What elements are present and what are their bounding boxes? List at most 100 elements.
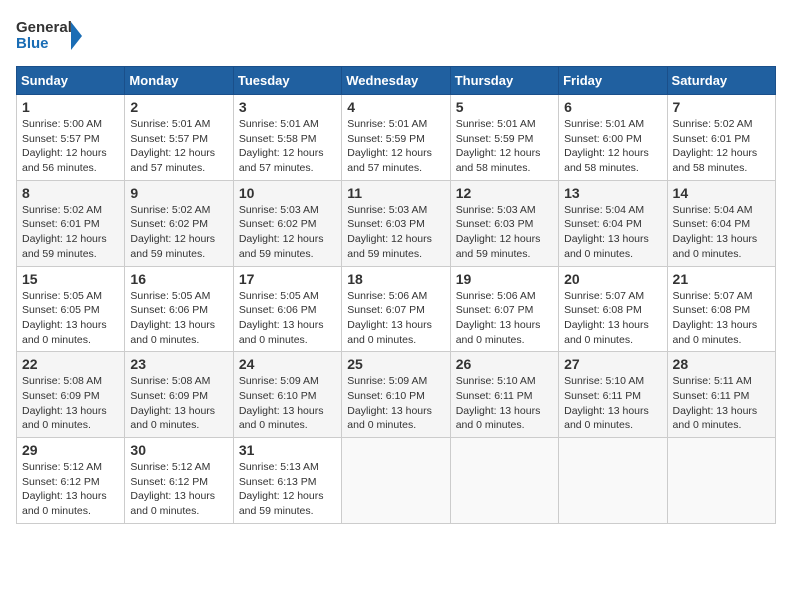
day-info: Sunrise: 5:04 AM Sunset: 6:04 PM Dayligh… <box>673 203 770 262</box>
day-number: 14 <box>673 185 770 201</box>
calendar-cell: 31 Sunrise: 5:13 AM Sunset: 6:13 PM Dayli… <box>233 438 341 524</box>
header-tuesday: Tuesday <box>233 67 341 95</box>
day-info: Sunrise: 5:04 AM Sunset: 6:04 PM Dayligh… <box>564 203 661 262</box>
day-info: Sunrise: 5:11 AM Sunset: 6:11 PM Dayligh… <box>673 374 770 433</box>
day-number: 26 <box>456 356 553 372</box>
day-info: Sunrise: 5:09 AM Sunset: 6:10 PM Dayligh… <box>347 374 444 433</box>
day-number: 16 <box>130 271 227 287</box>
day-number: 10 <box>239 185 336 201</box>
day-info: Sunrise: 5:03 AM Sunset: 6:03 PM Dayligh… <box>347 203 444 262</box>
day-number: 9 <box>130 185 227 201</box>
calendar-cell: 4 Sunrise: 5:01 AM Sunset: 5:59 PM Daylig… <box>342 95 450 181</box>
calendar-cell: 1Sunrise: 5:00 AM Sunset: 5:57 PM Daylig… <box>17 95 125 181</box>
day-number: 30 <box>130 442 227 458</box>
calendar-cell: 19 Sunrise: 5:06 AM Sunset: 6:07 PM Dayli… <box>450 266 558 352</box>
day-info: Sunrise: 5:10 AM Sunset: 6:11 PM Dayligh… <box>564 374 661 433</box>
header-wednesday: Wednesday <box>342 67 450 95</box>
calendar-cell: 22Sunrise: 5:08 AM Sunset: 6:09 PM Dayli… <box>17 352 125 438</box>
calendar-cell: 26 Sunrise: 5:10 AM Sunset: 6:11 PM Dayli… <box>450 352 558 438</box>
day-number: 6 <box>564 99 661 115</box>
day-info: Sunrise: 5:05 AM Sunset: 6:05 PM Dayligh… <box>22 289 119 348</box>
day-info: Sunrise: 5:07 AM Sunset: 6:08 PM Dayligh… <box>564 289 661 348</box>
calendar-cell: 8 Sunrise: 5:02 AM Sunset: 6:01 PM Daylig… <box>17 180 125 266</box>
calendar-cell: 20 Sunrise: 5:07 AM Sunset: 6:08 PM Dayli… <box>559 266 667 352</box>
day-info: Sunrise: 5:01 AM Sunset: 5:59 PM Dayligh… <box>456 117 553 176</box>
calendar-cell: 18 Sunrise: 5:06 AM Sunset: 6:07 PM Dayli… <box>342 266 450 352</box>
svg-text:Blue: Blue <box>16 35 49 52</box>
day-info: Sunrise: 5:10 AM Sunset: 6:11 PM Dayligh… <box>456 374 553 433</box>
day-number: 20 <box>564 271 661 287</box>
day-info: Sunrise: 5:13 AM Sunset: 6:13 PM Dayligh… <box>239 460 336 519</box>
day-number: 27 <box>564 356 661 372</box>
day-info: Sunrise: 5:01 AM Sunset: 5:57 PM Dayligh… <box>130 117 227 176</box>
day-number: 3 <box>239 99 336 115</box>
header-friday: Friday <box>559 67 667 95</box>
calendar-cell: 6 Sunrise: 5:01 AM Sunset: 6:00 PM Daylig… <box>559 95 667 181</box>
day-number: 21 <box>673 271 770 287</box>
day-info: Sunrise: 5:06 AM Sunset: 6:07 PM Dayligh… <box>456 289 553 348</box>
calendar-cell: 23 Sunrise: 5:08 AM Sunset: 6:09 PM Dayli… <box>125 352 233 438</box>
calendar-cell: 9Sunrise: 5:02 AM Sunset: 6:02 PM Daylig… <box>125 180 233 266</box>
day-number: 28 <box>673 356 770 372</box>
header-thursday: Thursday <box>450 67 558 95</box>
calendar-cell: 25 Sunrise: 5:09 AM Sunset: 6:10 PM Dayli… <box>342 352 450 438</box>
day-info: Sunrise: 5:06 AM Sunset: 6:07 PM Dayligh… <box>347 289 444 348</box>
day-number: 24 <box>239 356 336 372</box>
calendar-cell: 28 Sunrise: 5:11 AM Sunset: 6:11 PM Dayli… <box>667 352 775 438</box>
calendar-cell: 17Sunrise: 5:05 AM Sunset: 6:06 PM Dayli… <box>233 266 341 352</box>
day-info: Sunrise: 5:09 AM Sunset: 6:10 PM Dayligh… <box>239 374 336 433</box>
day-number: 17 <box>239 271 336 287</box>
day-info: Sunrise: 5:01 AM Sunset: 5:58 PM Dayligh… <box>239 117 336 176</box>
day-number: 11 <box>347 185 444 201</box>
calendar-week-5: 29 Sunrise: 5:12 AM Sunset: 6:12 PM Dayli… <box>17 438 776 524</box>
calendar-header-row: SundayMondayTuesdayWednesdayThursdayFrid… <box>17 67 776 95</box>
calendar-cell: 5 Sunrise: 5:01 AM Sunset: 5:59 PM Daylig… <box>450 95 558 181</box>
calendar-cell: 3 Sunrise: 5:01 AM Sunset: 5:58 PM Daylig… <box>233 95 341 181</box>
calendar-cell: 21 Sunrise: 5:07 AM Sunset: 6:08 PM Dayli… <box>667 266 775 352</box>
day-info: Sunrise: 5:03 AM Sunset: 6:03 PM Dayligh… <box>456 203 553 262</box>
day-number: 18 <box>347 271 444 287</box>
calendar-week-2: 8 Sunrise: 5:02 AM Sunset: 6:01 PM Daylig… <box>17 180 776 266</box>
day-number: 31 <box>239 442 336 458</box>
day-info: Sunrise: 5:00 AM Sunset: 5:57 PM Dayligh… <box>22 117 119 176</box>
calendar-cell: 14 Sunrise: 5:04 AM Sunset: 6:04 PM Dayli… <box>667 180 775 266</box>
calendar-cell: 7Sunrise: 5:02 AM Sunset: 6:01 PM Daylig… <box>667 95 775 181</box>
day-info: Sunrise: 5:03 AM Sunset: 6:02 PM Dayligh… <box>239 203 336 262</box>
day-info: Sunrise: 5:05 AM Sunset: 6:06 PM Dayligh… <box>130 289 227 348</box>
calendar-cell: 13 Sunrise: 5:04 AM Sunset: 6:04 PM Dayli… <box>559 180 667 266</box>
calendar-cell: 15 Sunrise: 5:05 AM Sunset: 6:05 PM Dayli… <box>17 266 125 352</box>
calendar-cell: 30 Sunrise: 5:12 AM Sunset: 6:12 PM Dayli… <box>125 438 233 524</box>
day-info: Sunrise: 5:07 AM Sunset: 6:08 PM Dayligh… <box>673 289 770 348</box>
day-info: Sunrise: 5:08 AM Sunset: 6:09 PM Dayligh… <box>130 374 227 433</box>
day-info: Sunrise: 5:02 AM Sunset: 6:01 PM Dayligh… <box>22 203 119 262</box>
day-number: 12 <box>456 185 553 201</box>
calendar-table: SundayMondayTuesdayWednesdayThursdayFrid… <box>16 66 776 524</box>
day-info: Sunrise: 5:01 AM Sunset: 5:59 PM Dayligh… <box>347 117 444 176</box>
logo-svg: GeneralBlue <box>16 16 86 56</box>
day-number: 7 <box>673 99 770 115</box>
day-number: 2 <box>130 99 227 115</box>
calendar-cell <box>342 438 450 524</box>
calendar-cell <box>667 438 775 524</box>
day-number: 19 <box>456 271 553 287</box>
day-number: 23 <box>130 356 227 372</box>
calendar-cell: 12 Sunrise: 5:03 AM Sunset: 6:03 PM Dayli… <box>450 180 558 266</box>
calendar-cell: 24 Sunrise: 5:09 AM Sunset: 6:10 PM Dayli… <box>233 352 341 438</box>
header-monday: Monday <box>125 67 233 95</box>
day-number: 25 <box>347 356 444 372</box>
page-header: GeneralBlue <box>16 16 776 56</box>
calendar-cell: 11 Sunrise: 5:03 AM Sunset: 6:03 PM Dayli… <box>342 180 450 266</box>
day-info: Sunrise: 5:12 AM Sunset: 6:12 PM Dayligh… <box>130 460 227 519</box>
day-number: 22 <box>22 356 119 372</box>
day-number: 29 <box>22 442 119 458</box>
day-number: 13 <box>564 185 661 201</box>
day-number: 8 <box>22 185 119 201</box>
logo: GeneralBlue <box>16 16 86 56</box>
day-number: 5 <box>456 99 553 115</box>
calendar-week-4: 22 Sunrise: 5:08 AM Sunset: 6:09 PM Dayli… <box>17 352 776 438</box>
day-info: Sunrise: 5:01 AM Sunset: 6:00 PM Dayligh… <box>564 117 661 176</box>
day-number: 4 <box>347 99 444 115</box>
calendar-week-1: 1Sunrise: 5:00 AM Sunset: 5:57 PM Daylig… <box>17 95 776 181</box>
day-number: 15 <box>22 271 119 287</box>
calendar-cell <box>559 438 667 524</box>
